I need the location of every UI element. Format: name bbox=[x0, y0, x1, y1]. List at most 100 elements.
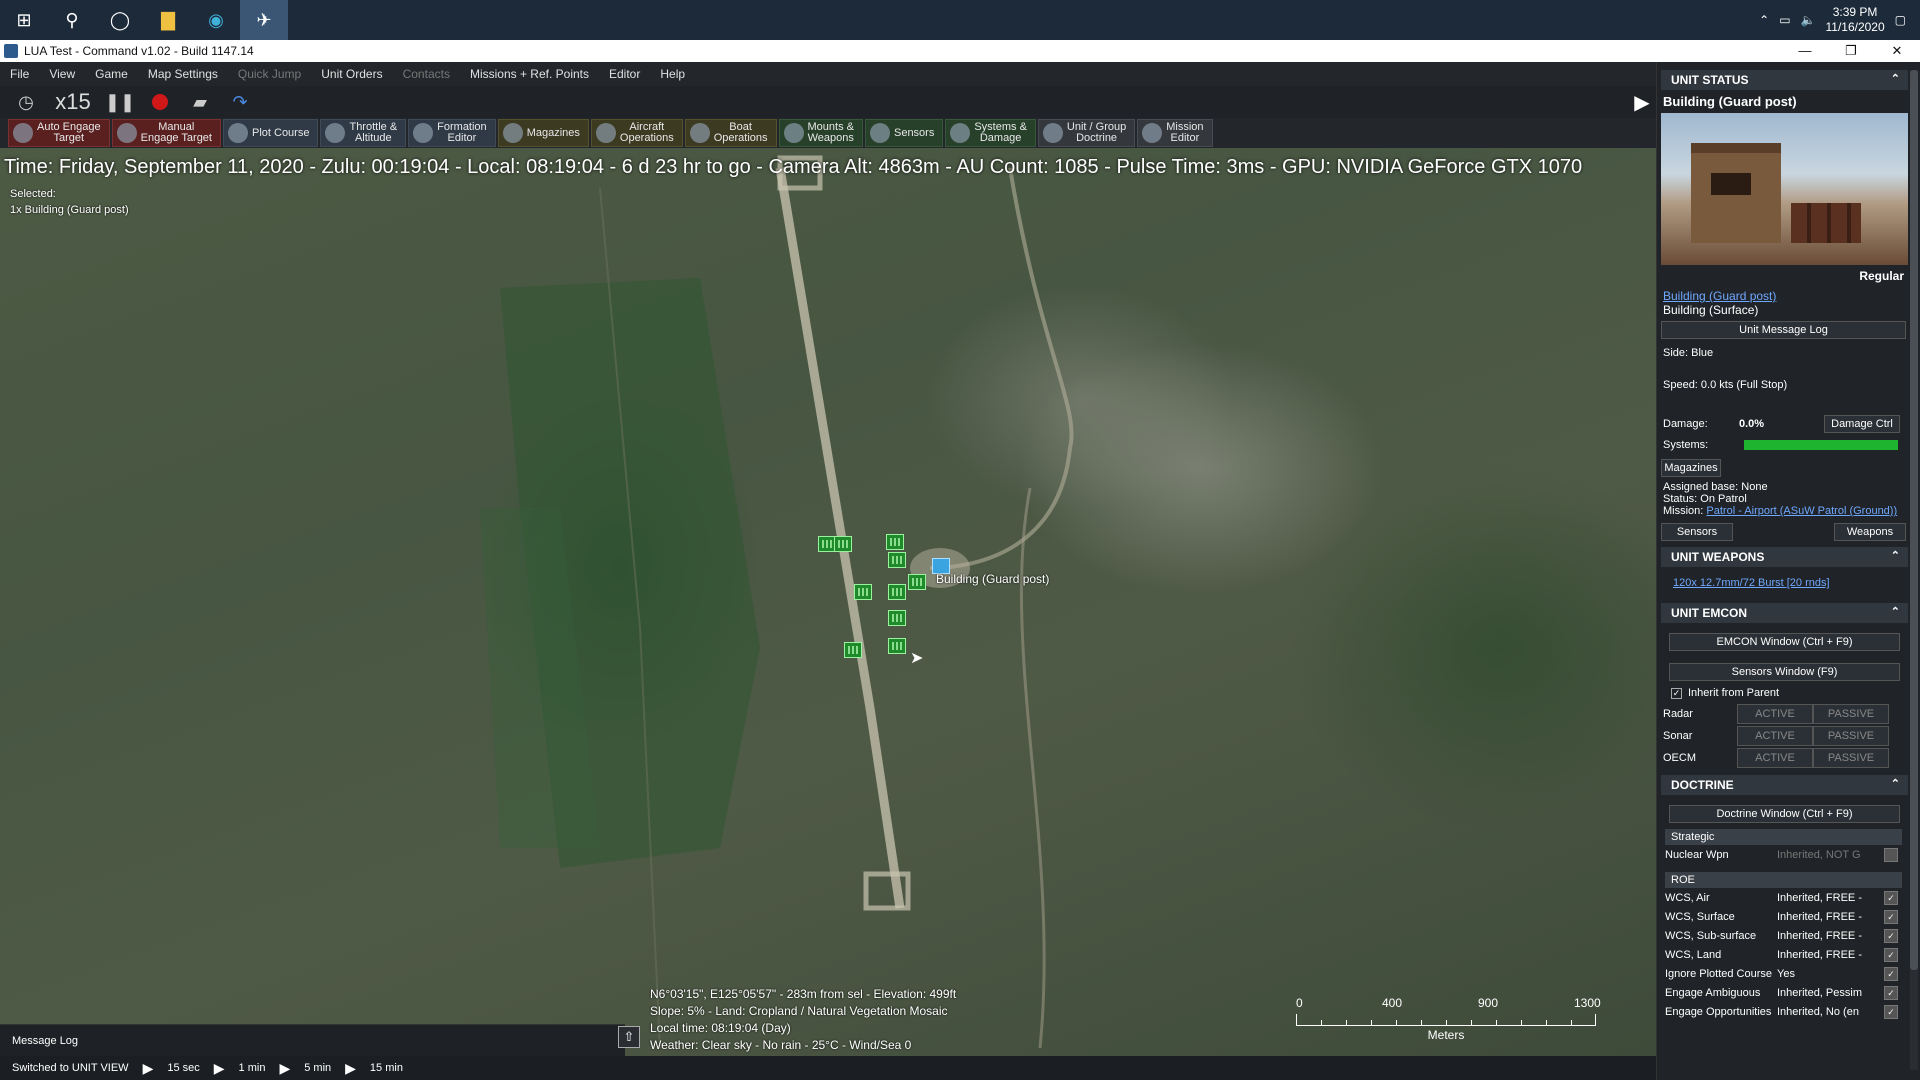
collapse-caret-icon[interactable]: ⌃ bbox=[1891, 605, 1900, 618]
edge-browser-icon[interactable]: ◉ bbox=[192, 0, 240, 40]
toolbar-boat-button[interactable]: Boat Operations bbox=[684, 119, 777, 147]
unit-marker[interactable] bbox=[886, 534, 904, 550]
menu-item-missions-ref-points[interactable]: Missions + Ref. Points bbox=[460, 67, 599, 81]
damage-control-button[interactable]: Damage Ctrl bbox=[1824, 415, 1900, 433]
message-log-expand-icon[interactable]: ⇧ bbox=[618, 1026, 640, 1048]
toolbar-unit-group-button[interactable]: Unit / Group Doctrine bbox=[1037, 119, 1136, 147]
doctrine-dropdown-icon[interactable]: ✓ bbox=[1884, 890, 1898, 905]
menu-item-view[interactable]: View bbox=[39, 67, 85, 81]
toolbar-systems-button[interactable]: Systems & Damage bbox=[945, 119, 1036, 147]
toolbar-sensors-button[interactable]: Sensors bbox=[864, 119, 944, 147]
collapse-caret-icon[interactable]: ⌃ bbox=[1891, 72, 1900, 85]
doctrine-dropdown-icon[interactable]: ✓ bbox=[1884, 909, 1898, 924]
windows-start-icon[interactable]: ⊞ bbox=[0, 0, 48, 40]
record-button[interactable] bbox=[142, 89, 178, 115]
chevron-up-icon[interactable]: ⌃ bbox=[1759, 13, 1769, 27]
unit-marker[interactable] bbox=[834, 536, 852, 552]
step-play-icon[interactable]: ▶ bbox=[345, 1060, 356, 1077]
time-step-button[interactable]: 15 min bbox=[370, 1062, 403, 1074]
maximize-button[interactable]: ❐ bbox=[1828, 40, 1874, 62]
time-step-button[interactable]: 5 min bbox=[304, 1062, 331, 1074]
magazines-button[interactable]: Magazines bbox=[1661, 459, 1721, 477]
search-icon[interactable]: ⚲ bbox=[48, 0, 96, 40]
emcon-active-button[interactable]: ACTIVE bbox=[1737, 704, 1813, 724]
inherit-checkbox[interactable]: ✓ bbox=[1671, 687, 1682, 699]
unit-marker[interactable] bbox=[844, 642, 862, 658]
emcon-passive-button[interactable]: PASSIVE bbox=[1813, 726, 1889, 746]
collapse-panel-arrow-icon[interactable]: ▶ bbox=[1630, 86, 1654, 118]
clock-icon[interactable]: ◷ bbox=[8, 89, 44, 115]
unit-name-link[interactable]: Building (Guard post) bbox=[1663, 289, 1776, 303]
unit-message-log-button[interactable]: Unit Message Log bbox=[1661, 321, 1906, 339]
step-play-icon[interactable]: ▶ bbox=[279, 1060, 290, 1077]
emcon-window-button[interactable]: EMCON Window (Ctrl + F9) bbox=[1669, 633, 1900, 651]
redo-button[interactable]: ↷ bbox=[222, 89, 258, 115]
unit-marker[interactable] bbox=[888, 552, 906, 568]
emcon-active-button[interactable]: ACTIVE bbox=[1737, 748, 1813, 768]
doctrine-row[interactable]: Nuclear Wpn Inherited, NOT G bbox=[1657, 845, 1920, 864]
tactical-map[interactable]: ➤ bbox=[0, 148, 1656, 1056]
unit-view-button[interactable]: ▰ bbox=[182, 89, 218, 115]
doctrine-window-button[interactable]: Doctrine Window (Ctrl + F9) bbox=[1669, 805, 1900, 823]
close-button[interactable]: ✕ bbox=[1874, 40, 1920, 62]
pause-button[interactable]: ❚❚ bbox=[102, 89, 138, 115]
scrollbar-thumb[interactable] bbox=[1910, 70, 1918, 970]
time-step-button[interactable]: 15 sec bbox=[167, 1062, 199, 1074]
doctrine-dropdown-icon[interactable] bbox=[1884, 847, 1898, 862]
doctrine-dropdown-icon[interactable]: ✓ bbox=[1884, 947, 1898, 962]
doctrine-dropdown-icon[interactable]: ✓ bbox=[1884, 966, 1898, 981]
sensors-window-button[interactable]: Sensors Window (F9) bbox=[1669, 663, 1900, 681]
doctrine-row[interactable]: WCS, Air Inherited, FREE - ✓ bbox=[1657, 888, 1920, 907]
volume-icon[interactable]: 🔈 bbox=[1801, 13, 1816, 27]
doctrine-dropdown-icon[interactable]: ✓ bbox=[1884, 928, 1898, 943]
step-play-icon[interactable]: ▶ bbox=[214, 1060, 225, 1077]
emcon-passive-button[interactable]: PASSIVE bbox=[1813, 704, 1889, 724]
unit-emcon-header[interactable]: UNIT EMCON ⌃ bbox=[1661, 603, 1908, 623]
sensors-button[interactable]: Sensors bbox=[1661, 523, 1733, 541]
message-log-panel[interactable]: Message Log bbox=[0, 1024, 625, 1056]
toolbar-auto-engage-button[interactable]: Auto Engage Target bbox=[8, 119, 110, 147]
weapon-entry-link[interactable]: 120x 12.7mm/72 Burst [20 rnds] bbox=[1673, 577, 1830, 589]
menu-item-unit-orders[interactable]: Unit Orders bbox=[311, 67, 392, 81]
toolbar-mission-button[interactable]: Mission Editor bbox=[1137, 119, 1213, 147]
doctrine-row[interactable]: WCS, Land Inherited, FREE - ✓ bbox=[1657, 945, 1920, 964]
cortana-icon[interactable]: ◯ bbox=[96, 0, 144, 40]
unit-marker[interactable] bbox=[854, 584, 872, 600]
unit-weapons-header[interactable]: UNIT WEAPONS ⌃ bbox=[1661, 547, 1908, 567]
emcon-passive-button[interactable]: PASSIVE bbox=[1813, 748, 1889, 768]
toolbar-mounts-button[interactable]: Mounts & Weapons bbox=[778, 119, 863, 147]
step-play-icon[interactable]: ▶ bbox=[143, 1060, 154, 1077]
doctrine-row[interactable]: Engage Ambiguous Inherited, Pessim ✓ bbox=[1657, 983, 1920, 1002]
doctrine-row[interactable]: Engage Opportunities Inherited, No (en ✓ bbox=[1657, 1002, 1920, 1021]
collapse-caret-icon[interactable]: ⌃ bbox=[1891, 777, 1900, 790]
notification-icon[interactable]: ▢ bbox=[1895, 13, 1906, 27]
taskbar-clock[interactable]: 3:39 PM 11/16/2020 bbox=[1825, 5, 1884, 35]
doctrine-dropdown-icon[interactable]: ✓ bbox=[1884, 985, 1898, 1000]
menu-item-help[interactable]: Help bbox=[650, 67, 695, 81]
time-step-button[interactable]: 1 min bbox=[239, 1062, 266, 1074]
toolbar-formation-button[interactable]: Formation Editor bbox=[408, 119, 496, 147]
file-explorer-icon[interactable]: ▇ bbox=[144, 0, 192, 40]
toolbar-magazines-button[interactable]: Magazines bbox=[497, 119, 589, 147]
menu-item-game[interactable]: Game bbox=[85, 67, 138, 81]
doctrine-row[interactable]: WCS, Surface Inherited, FREE - ✓ bbox=[1657, 907, 1920, 926]
unit-marker[interactable] bbox=[908, 574, 926, 590]
toolbar-throttle-button[interactable]: Throttle & Altitude bbox=[320, 119, 407, 147]
weapons-button[interactable]: Weapons bbox=[1834, 523, 1906, 541]
time-compression-readout[interactable]: x15 bbox=[48, 89, 98, 115]
menu-item-editor[interactable]: Editor bbox=[599, 67, 650, 81]
menu-item-file[interactable]: File bbox=[0, 67, 39, 81]
toolbar-aircraft-button[interactable]: Aircraft Operations bbox=[590, 119, 683, 147]
doctrine-row[interactable]: WCS, Sub-surface Inherited, FREE - ✓ bbox=[1657, 926, 1920, 945]
menu-item-map-settings[interactable]: Map Settings bbox=[138, 67, 228, 81]
toolbar-plot-course-button[interactable]: Plot Course bbox=[222, 119, 319, 147]
command-app-icon[interactable]: ✈ bbox=[240, 0, 288, 40]
mission-link[interactable]: Patrol - Airport (ASuW Patrol (Ground)) bbox=[1706, 505, 1897, 517]
unit-marker[interactable] bbox=[888, 610, 906, 626]
doctrine-row[interactable]: Ignore Plotted Course Yes ✓ bbox=[1657, 964, 1920, 983]
doctrine-dropdown-icon[interactable]: ✓ bbox=[1884, 1004, 1898, 1019]
emcon-active-button[interactable]: ACTIVE bbox=[1737, 726, 1813, 746]
unit-status-header[interactable]: UNIT STATUS ⌃ bbox=[1661, 70, 1908, 90]
doctrine-header[interactable]: DOCTRINE ⌃ bbox=[1661, 775, 1908, 795]
minimize-button[interactable]: — bbox=[1782, 40, 1828, 62]
